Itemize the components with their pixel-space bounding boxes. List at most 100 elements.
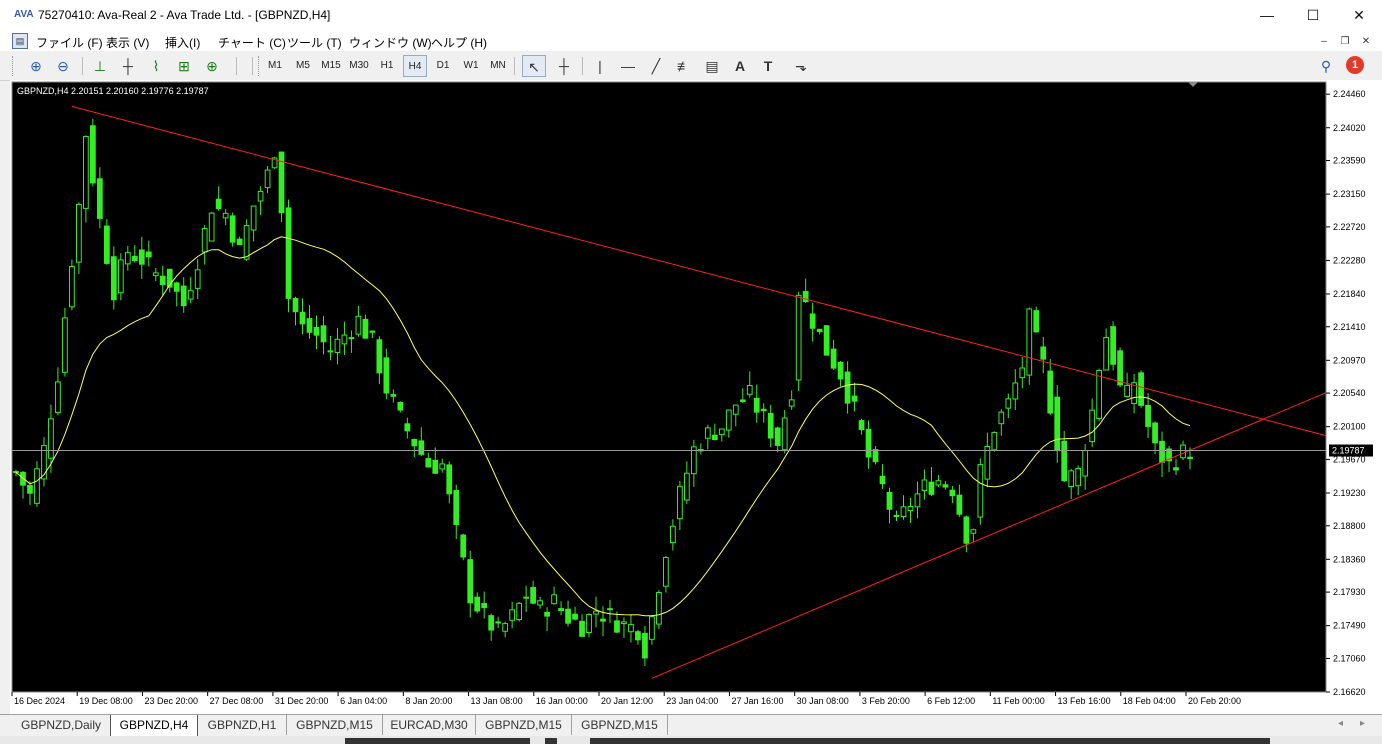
candle: [243, 219, 250, 261]
zoom-in-icon[interactable]: ⊕: [26, 55, 46, 77]
tab-scroll-left-icon[interactable]: ◂: [1338, 718, 1343, 729]
menu-file[interactable]: ファイル (F): [36, 34, 103, 51]
text-label-icon[interactable]: T: [758, 55, 778, 77]
candlestick-icon[interactable]: ┼: [118, 55, 138, 77]
candle-body: [390, 394, 397, 397]
candle: [62, 307, 68, 377]
timeframe-m30-button[interactable]: M30: [349, 55, 369, 77]
horizontal-line-icon[interactable]: —: [618, 55, 638, 77]
candle-body: [725, 409, 732, 431]
equidistant-channel-icon[interactable]: ≢: [674, 55, 694, 77]
candle-body: [572, 613, 578, 620]
mdi-close-button[interactable]: ✕: [1358, 35, 1374, 49]
candle-body: [341, 334, 348, 345]
menu-insert[interactable]: 挿入(I): [165, 34, 200, 51]
close-button[interactable]: ✕: [1336, 0, 1382, 31]
candle-body: [62, 317, 68, 373]
candle: [89, 118, 96, 187]
new-order-icon[interactable]: ⊕: [202, 55, 222, 77]
candle-body: [844, 371, 851, 404]
x-tick-label: 8 Jan 20:00: [405, 696, 452, 706]
candle: [823, 325, 830, 356]
candle-body: [1152, 422, 1158, 444]
search-icon[interactable]: ⚲: [1316, 55, 1336, 77]
candle-body: [446, 464, 453, 495]
notification-badge[interactable]: 1: [1346, 56, 1364, 74]
candle-body: [1082, 450, 1089, 477]
menu-help[interactable]: ヘルプ (H): [431, 34, 487, 51]
timeframe-m5-button[interactable]: M5: [293, 55, 313, 77]
candle-body: [1040, 346, 1047, 360]
tab-gbpnzd-m15[interactable]: GBPNZD,M15: [476, 715, 572, 735]
menu-bar: ▤ ファイル (F) 表示 (V) 挿入(I) チャート (C) ツール (T)…: [0, 31, 1382, 51]
zoom-out-icon[interactable]: ⊖: [53, 55, 73, 77]
mdi-minimize-button[interactable]: –: [1316, 35, 1332, 49]
mdi-restore-button[interactable]: ❐: [1337, 35, 1353, 49]
candle-body: [1075, 468, 1082, 487]
tab-gbpnzd-daily[interactable]: GBPNZD,Daily: [12, 715, 111, 735]
autoscroll-icon[interactable]: ⊞: [174, 55, 194, 77]
candle-body: [970, 529, 977, 534]
tab-scroll-right-icon[interactable]: ▸: [1360, 718, 1365, 729]
chart-window[interactable]: 2.24460 2.24020 2.23590 2.23150 2.22720 2.222…: [10, 80, 1382, 714]
candle-body: [914, 493, 921, 508]
candle-body: [607, 608, 613, 611]
menu-view[interactable]: 表示 (V): [106, 34, 149, 51]
cursor-icon[interactable]: ↖: [522, 55, 546, 77]
toolbar-grip[interactable]: [258, 56, 262, 76]
toolbar: ⊕ ⊖ ⊥ ┼ ⌇ ⊞ ⊕ M1 M5 M15 M30 H1 H4 D1 W1 …: [0, 51, 1382, 81]
price-chart[interactable]: 2.24460 2.24020 2.23590 2.23150 2.22720 2.222…: [10, 80, 1382, 714]
menu-window[interactable]: ウィンドウ (W): [349, 34, 432, 51]
candle-body: [649, 616, 655, 640]
candle-body: [565, 608, 571, 624]
candle-body: [593, 610, 599, 615]
tab-eurcad-m30[interactable]: EURCAD,M30: [383, 715, 476, 735]
tab-gbpnzd-m15[interactable]: GBPNZD,M15: [287, 715, 383, 735]
candle-body: [718, 428, 725, 436]
timeframe-m1-button[interactable]: M1: [265, 55, 285, 77]
timeframe-mn-button[interactable]: MN: [488, 55, 508, 77]
x-tick-label: 6 Jan 04:00: [340, 696, 387, 706]
timeframe-h4-button[interactable]: H4: [403, 55, 427, 77]
menu-tools[interactable]: ツール (T): [287, 34, 342, 51]
minimize-button[interactable]: —: [1244, 0, 1290, 31]
candle-body: [383, 357, 390, 394]
timeframe-h1-button[interactable]: H1: [377, 55, 397, 77]
tab-gbpnzd-m15[interactable]: GBPNZD,M15: [572, 715, 668, 735]
x-tick-label: 27 Jan 16:00: [731, 696, 783, 706]
tab-gbpnzd-h1[interactable]: GBPNZD,H1: [198, 715, 287, 735]
chart-window-icon[interactable]: ▤: [12, 33, 28, 49]
candle-body: [544, 611, 550, 617]
y-tick-label: 2.17490: [1333, 621, 1366, 631]
candle-body: [376, 339, 383, 374]
x-tick-label: 13 Feb 16:00: [1058, 696, 1111, 706]
candle-body: [823, 325, 830, 356]
y-tick-label: 2.18800: [1333, 521, 1366, 531]
maximize-button[interactable]: ☐: [1290, 0, 1336, 31]
timeframe-d1-button[interactable]: D1: [433, 55, 453, 77]
vertical-line-icon[interactable]: |: [590, 55, 610, 77]
text-icon[interactable]: A: [730, 55, 750, 77]
arrows-icon[interactable]: ⬎: [786, 55, 816, 77]
menu-chart[interactable]: チャート (C): [218, 34, 286, 51]
candle-body: [1138, 372, 1144, 406]
candle-body: [802, 290, 809, 303]
timeframe-m15-button[interactable]: M15: [321, 55, 341, 77]
fibonacci-icon[interactable]: ▤: [702, 55, 722, 77]
candle-body: [83, 135, 89, 209]
x-tick-label: 23 Dec 20:00: [144, 696, 198, 706]
bar-chart-icon[interactable]: ⊥: [90, 55, 110, 77]
candle-body: [488, 615, 495, 631]
trendline-icon[interactable]: ╱: [646, 55, 666, 77]
candle-body: [292, 298, 299, 313]
line-chart-icon[interactable]: ⌇: [146, 55, 166, 77]
candle-body: [830, 348, 837, 369]
timeframe-w1-button[interactable]: W1: [461, 55, 481, 77]
tab-gbpnzd-h4[interactable]: GBPNZD,H4: [110, 715, 198, 737]
candle-body: [809, 313, 816, 329]
y-tick-label: 2.19230: [1333, 488, 1366, 498]
toolbar-grip[interactable]: [12, 56, 16, 76]
candle-body: [131, 255, 138, 261]
candle-body: [774, 427, 781, 446]
crosshair-icon[interactable]: ┼: [554, 55, 574, 77]
